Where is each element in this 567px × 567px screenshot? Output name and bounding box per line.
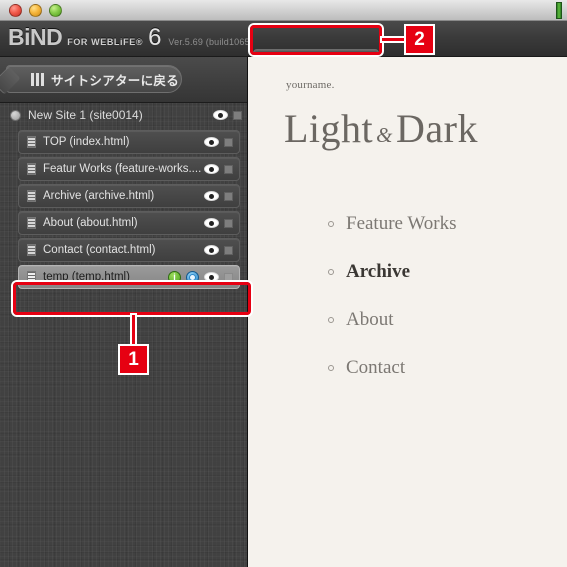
zoom-button[interactable] (49, 4, 62, 17)
gear-icon[interactable] (186, 270, 199, 284)
site-sidebar: サイトシアターに戻る New Site 1 (site0014) TOP (in… (0, 57, 248, 567)
preview-nav-label: About (346, 309, 394, 330)
page-row-actions: i (168, 270, 239, 284)
page-icon (27, 190, 36, 202)
preview-nav-item-feature-works[interactable]: Feature Works (328, 213, 567, 235)
site-icon (10, 109, 21, 121)
eye-icon[interactable] (204, 218, 219, 228)
annotation-leader-line-2 (382, 38, 408, 41)
preview-byline: yourname. (286, 79, 335, 91)
bullet-icon (328, 221, 334, 227)
bullet-icon (328, 365, 334, 371)
brand-suffix: FOR WEBLiFE® (67, 37, 144, 47)
page-row-actions (204, 245, 239, 255)
preview-title-ampersand: & (376, 123, 394, 147)
square-icon[interactable] (233, 110, 242, 120)
preview-nav-label: Feature Works (346, 213, 457, 234)
eye-icon[interactable] (204, 137, 219, 147)
site-page-tree: New Site 1 (site0014) TOP (index.html) F… (0, 103, 247, 289)
preview-title-right: Dark (396, 106, 478, 151)
preview-title: Light &Dark (284, 105, 478, 152)
annotation-marker-2: 2 (406, 26, 433, 53)
window-titlebar (0, 0, 567, 21)
page-icon (27, 271, 36, 283)
square-icon[interactable] (224, 191, 233, 201)
square-icon[interactable] (224, 245, 233, 255)
back-to-site-theater-button[interactable]: サイトシアターに戻る (0, 65, 182, 95)
page-icon (27, 136, 36, 148)
eye-icon[interactable] (204, 164, 219, 174)
sidebar-toolbar: サイトシアターに戻る (0, 57, 247, 103)
preview-nav-label: Archive (346, 261, 411, 282)
preview-nav-item-about[interactable]: About (328, 309, 567, 331)
page-row-label: Featur Works (feature-works.... (43, 163, 202, 175)
brand-name: BiND (8, 24, 63, 50)
eye-icon[interactable] (204, 245, 219, 255)
page-row-feature-works[interactable]: Featur Works (feature-works.... (18, 157, 240, 181)
close-button[interactable] (9, 4, 22, 17)
page-row-actions (204, 191, 239, 201)
site-root-label: New Site 1 (site0014) (28, 108, 143, 122)
page-row-top[interactable]: TOP (index.html) (18, 130, 240, 154)
eye-icon[interactable] (204, 272, 219, 282)
window-controls (9, 4, 62, 17)
eye-icon[interactable] (204, 191, 219, 201)
page-icon (27, 217, 36, 229)
page-row-label: Contact (contact.html) (43, 244, 156, 256)
page-row-temp[interactable]: temp (temp.html) i (18, 265, 240, 289)
bullet-icon (328, 317, 334, 323)
back-button-label: サイトシアターに戻る (51, 73, 180, 88)
application-window: BiND FOR WEBLiFE® 6 Ver.5.69 (build1065)… (0, 0, 567, 567)
page-preview: yourname. Light &Dark Feature Works Archi… (248, 57, 567, 567)
site-root-actions (213, 110, 247, 120)
build-version-text: Ver.5.69 (build1065) (168, 37, 253, 47)
page-row-actions (204, 164, 239, 174)
page-row-label: temp (temp.html) (43, 271, 130, 283)
page-icon (27, 163, 36, 175)
bullet-icon (328, 269, 334, 275)
page-row-label: Archive (archive.html) (43, 190, 155, 202)
annotation-marker-1: 1 (120, 346, 147, 373)
page-row-actions (204, 137, 239, 147)
page-row-label: TOP (index.html) (43, 136, 130, 148)
preview-nav-label: Contact (346, 357, 406, 378)
square-icon[interactable] (224, 218, 233, 228)
right-edge-accent (556, 2, 562, 19)
page-row-about[interactable]: About (about.html) (18, 211, 240, 235)
eye-icon[interactable] (213, 110, 228, 120)
site-root-row[interactable]: New Site 1 (site0014) (0, 103, 247, 127)
page-row-label: About (about.html) (43, 217, 138, 229)
square-icon[interactable] (224, 272, 233, 282)
preview-nav-item-contact[interactable]: Contact (328, 357, 567, 379)
preview-title-left: Light (284, 106, 374, 151)
columns-icon (31, 72, 44, 86)
page-row-archive[interactable]: Archive (archive.html) (18, 184, 240, 208)
page-row-actions (204, 218, 239, 228)
minimize-button[interactable] (29, 4, 42, 17)
square-icon[interactable] (224, 137, 233, 147)
brand-version-number: 6 (148, 24, 162, 51)
preview-nav: Feature Works Archive About Contact (288, 213, 567, 405)
app-brand: BiND FOR WEBLiFE® 6 Ver.5.69 (build1065) (8, 26, 253, 50)
square-icon[interactable] (224, 164, 233, 174)
annotation-leader-line-1 (132, 315, 135, 348)
app-header: BiND FOR WEBLiFE® 6 Ver.5.69 (build1065)… (0, 21, 567, 73)
chevron-left-icon (0, 66, 21, 95)
page-row-contact[interactable]: Contact (contact.html) (18, 238, 240, 262)
info-icon[interactable]: i (168, 270, 181, 284)
preview-nav-item-archive[interactable]: Archive (328, 261, 567, 283)
page-icon (27, 244, 36, 256)
